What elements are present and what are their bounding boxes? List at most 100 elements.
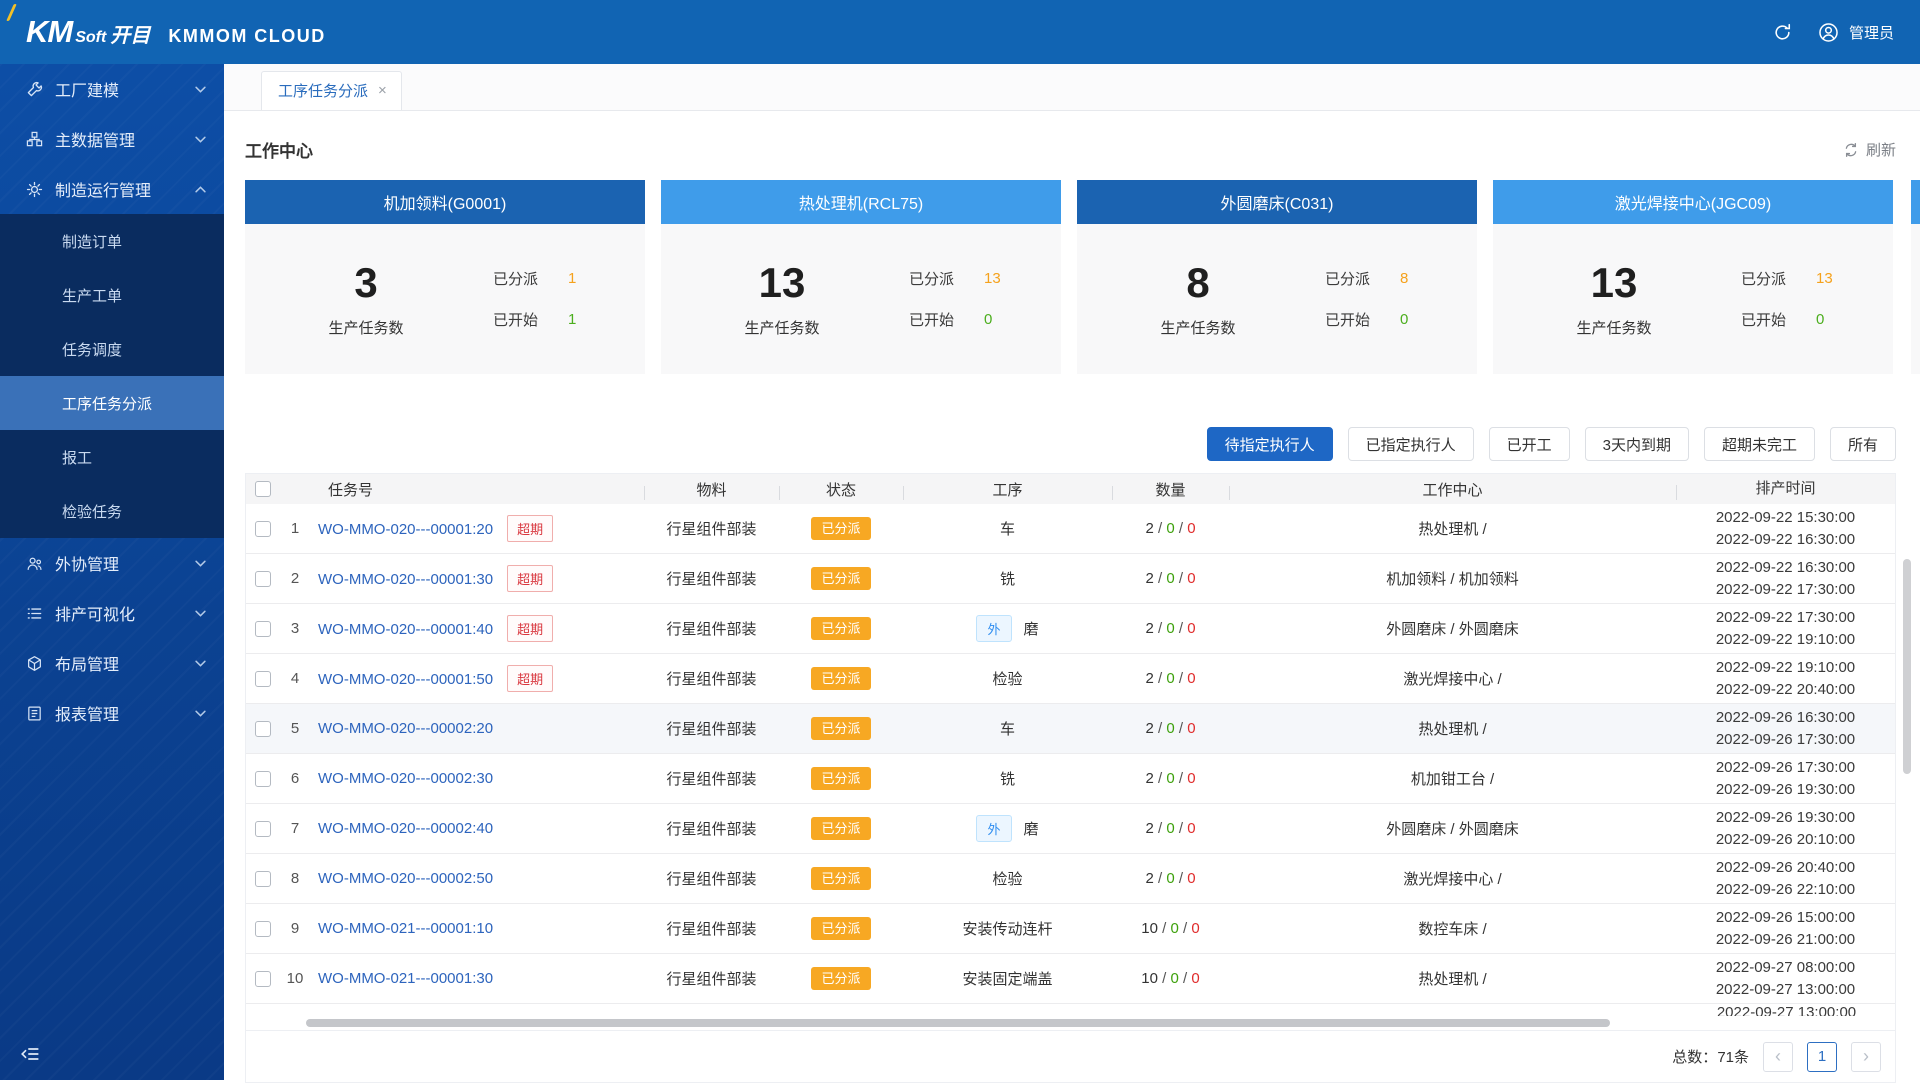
sidebar-item-task-scheduling[interactable]: 任务调度 [0, 322, 224, 376]
row-checkbox[interactable] [255, 670, 271, 687]
table-row[interactable]: 2 WO-MMO-020---00001:30 超期 行星组件部装 已分派 铣 2 / 0 … [246, 554, 1895, 604]
filter-overdue-unfinished[interactable]: 超期未完工 [1703, 427, 1815, 461]
row-checkbox[interactable] [255, 620, 271, 637]
table-row[interactable]: 5 WO-MMO-020---00002:20 行星组件部装 已分派 车 2 / 0 / … [246, 704, 1895, 754]
task-link[interactable]: WO-MMO-020---00002:40 [318, 820, 493, 837]
task-link[interactable]: WO-MMO-020---00001:40 [318, 621, 493, 638]
row-checkbox[interactable] [255, 720, 271, 737]
schedule-end: 2022-09-27 13:00:00 [1715, 980, 1856, 998]
schedule-end: 2022-09-22 20:40:00 [1715, 680, 1856, 698]
task-link[interactable]: WO-MMO-020---00001:20 [318, 521, 493, 538]
qty-overdue: 0 [1187, 520, 1196, 537]
task-link[interactable]: WO-MMO-021---00001:30 [318, 970, 493, 987]
task-count-label: 生产任务数 [1576, 320, 1652, 338]
row-checkbox[interactable] [255, 970, 271, 987]
work-center-cell: 数控车床 / [1418, 921, 1487, 938]
pagination-page-1[interactable]: 1 [1807, 1041, 1837, 1072]
qty-overdue: 0 [1187, 620, 1196, 637]
box-icon [26, 655, 43, 672]
table-row[interactable]: 1 WO-MMO-020---00001:20 超期 行星组件部装 已分派 车 2 / 0 … [246, 504, 1895, 554]
row-checkbox[interactable] [255, 520, 271, 537]
sidebar-item-layout-management[interactable]: 布局管理 [0, 638, 224, 688]
table-row[interactable]: 8 WO-MMO-020---00002:50 行星组件部装 已分派 检验 2 / 0 /… [246, 854, 1895, 904]
refresh-button[interactable]: 刷新 [1843, 139, 1896, 160]
pagination-prev-button[interactable]: ‹ [1763, 1041, 1793, 1072]
row-index: 8 [290, 870, 300, 887]
sidebar-item-manufacturing-orders[interactable]: 制造订单 [0, 214, 224, 268]
table-header: 任务号 物料 状态 工序 数量 工作中心 排产时间 [246, 474, 1895, 504]
schedule-time: 2022-09-27 13:00:00 [1716, 1004, 1857, 1016]
table-row[interactable]: 7 WO-MMO-020---00002:40 行星组件部装 已分派 外磨 2 / 0 /… [246, 804, 1895, 854]
sidebar-collapse-icon[interactable] [16, 1040, 44, 1068]
sidebar-item-factory-modeling[interactable]: 工厂建模 [0, 64, 224, 114]
process-name: 安装传动连杆 [962, 921, 1053, 938]
topbar: KM Soft 开目 KMMOM CLOUD 管理员 [0, 0, 1920, 64]
qty-total: 10 [1141, 920, 1158, 937]
schedule-start: 2022-09-26 17:30:00 [1715, 758, 1856, 776]
chevron-down-icon [195, 560, 206, 567]
task-link[interactable]: WO-MMO-020---00002:20 [318, 720, 493, 737]
refresh-icon[interactable] [1772, 21, 1794, 43]
vertical-scrollbar-thumb[interactable] [1903, 559, 1911, 774]
filter-due-in-3-days[interactable]: 3天内到期 [1584, 427, 1689, 461]
sidebar-item-master-data[interactable]: 主数据管理 [0, 114, 224, 164]
material-cell: 行星组件部装 [666, 921, 757, 938]
row-checkbox[interactable] [255, 570, 271, 587]
task-link[interactable]: WO-MMO-020---00001:50 [318, 671, 493, 688]
column-header: 数量 [1112, 479, 1229, 500]
sidebar-item-outsourcing[interactable]: 外协管理 [0, 538, 224, 588]
row-checkbox[interactable] [255, 820, 271, 837]
filter-started[interactable]: 已开工 [1488, 427, 1570, 461]
started-value: 0 [1816, 311, 1825, 328]
user-menu[interactable]: 管理员 [1818, 21, 1894, 43]
task-count: 8 [1186, 258, 1210, 306]
brand-chinese: 开目 [110, 25, 151, 47]
filter-all[interactable]: 所有 [1829, 427, 1896, 461]
sidebar-item-inspection-tasks[interactable]: 检验任务 [0, 484, 224, 538]
tab-close-icon[interactable]: × [378, 83, 387, 98]
quantity-cell: 2 / 0 / 0 [1145, 620, 1196, 637]
row-checkbox[interactable] [255, 870, 271, 887]
overdue-badge: 超期 [507, 565, 554, 592]
table-row[interactable]: 3 WO-MMO-020---00001:40 超期 行星组件部装 已分派 外磨 2 / 0… [246, 604, 1895, 654]
sidebar-item-label: 报表管理 [55, 707, 120, 724]
sidebar-item-production-orders[interactable]: 生产工单 [0, 268, 224, 322]
table-row[interactable]: 6 WO-MMO-020---00002:30 行星组件部装 已分派 铣 2 / 0 / … [246, 754, 1895, 804]
select-all-checkbox[interactable] [255, 481, 271, 497]
table-row[interactable]: 4 WO-MMO-020---00001:50 超期 行星组件部装 已分派 检验 2 / 0… [246, 654, 1895, 704]
process-name: 车 [999, 721, 1015, 738]
material-cell: 行星组件部装 [666, 771, 757, 788]
column-header: 工序 [903, 479, 1112, 500]
sidebar-item-work-report[interactable]: 报工 [0, 430, 224, 484]
sidebar-item-scheduling-visualization[interactable]: 排产可视化 [0, 588, 224, 638]
task-link[interactable]: WO-MMO-020---00001:30 [318, 571, 493, 588]
qty-total: 2 [1145, 820, 1154, 837]
tab-process-task-dispatch[interactable]: 工序任务分派 × [261, 71, 402, 110]
row-index: 5 [290, 720, 300, 737]
row-checkbox[interactable] [255, 920, 271, 937]
filter-pending-assignee[interactable]: 待指定执行人 [1206, 427, 1333, 461]
schedule-start: 2022-09-26 20:40:00 [1715, 858, 1856, 876]
task-link[interactable]: WO-MMO-020---00002:30 [318, 770, 493, 787]
status-badge: 已分派 [811, 617, 871, 640]
horizontal-scrollbar-thumb[interactable] [306, 1019, 1610, 1027]
process-cell: 车 [903, 518, 1112, 539]
table-row[interactable]: 9 WO-MMO-021---00001:10 行星组件部装 已分派 安装传动连杆 10 … [246, 904, 1895, 954]
task-link[interactable]: WO-MMO-020---00002:50 [318, 870, 493, 887]
sidebar-item-report-management[interactable]: 报表管理 [0, 688, 224, 738]
schedule-time-cell: 2022-09-22 16:30:00 2022-09-22 17:30:00 [1676, 557, 1895, 601]
submenu-manufacturing-ops: 制造订单 生产工单 任务调度 工序任务分派 报工 检验任务 [0, 214, 224, 538]
material-cell: 行星组件部装 [666, 721, 757, 738]
sidebar-item-process-task-dispatch[interactable]: 工序任务分派 [0, 376, 224, 430]
row-index: 3 [290, 620, 300, 637]
sidebar-item-manufacturing-ops[interactable]: 制造运行管理 [0, 164, 224, 214]
work-center-card-title: 激光焊接中心(JGC09) [1493, 180, 1893, 224]
table-row[interactable]: 10 WO-MMO-021---00001:30 行星组件部装 已分派 安装固定端盖 10… [246, 954, 1895, 1004]
chevron-down-icon [195, 660, 206, 667]
filter-assigned-assignee[interactable]: 已指定执行人 [1347, 427, 1474, 461]
task-count: 3 [354, 258, 378, 306]
quantity-cell: 10 / 0 / 0 [1141, 970, 1200, 987]
task-link[interactable]: WO-MMO-021---00001:10 [318, 920, 493, 937]
pagination-next-button[interactable]: › [1851, 1041, 1881, 1072]
row-checkbox[interactable] [255, 770, 271, 787]
